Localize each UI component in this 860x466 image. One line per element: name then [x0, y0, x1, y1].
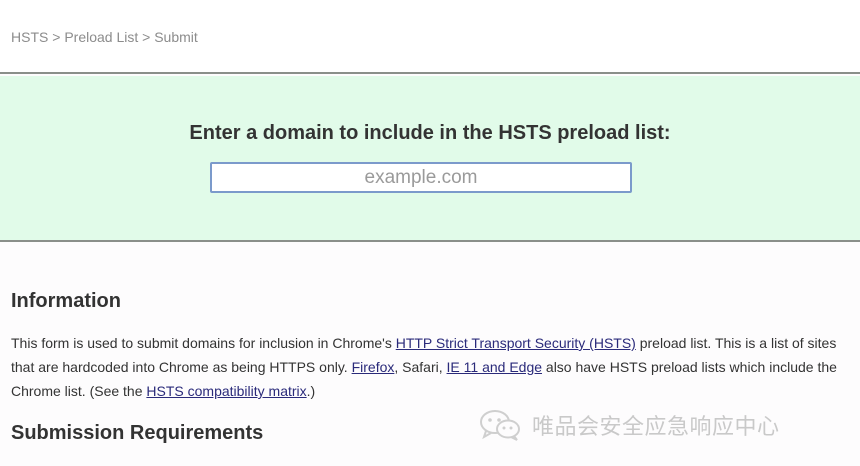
watermark-text: 唯品会安全应急响应中心 [532, 414, 780, 439]
breadcrumb: HSTS > Preload List > Submit [11, 29, 198, 45]
information-paragraph: This form is used to submit domains for … [11, 331, 846, 403]
domain-entry-panel: Enter a domain to include in the HSTS pr… [0, 76, 860, 242]
information-heading: Information [11, 290, 121, 312]
watermark: 唯品会安全应急响应中心 [478, 408, 780, 442]
info-text-segment: , Safari, [394, 359, 447, 375]
breadcrumb-separator: > [48, 29, 65, 45]
breadcrumb-item-preload-list[interactable]: Preload List [64, 29, 138, 45]
ie-edge-link[interactable]: IE 11 and Edge [447, 359, 542, 375]
submission-requirements-heading: Submission Requirements [11, 422, 264, 444]
hsts-compatibility-matrix-link[interactable]: HSTS compatibility matrix [146, 383, 306, 399]
firefox-link[interactable]: Firefox [352, 359, 395, 375]
wechat-icon [478, 408, 522, 442]
breadcrumb-item-hsts[interactable]: HSTS [11, 29, 48, 45]
domain-input[interactable] [210, 162, 632, 193]
info-text-segment: This form is used to submit domains for … [11, 335, 396, 351]
breadcrumb-item-submit: Submit [154, 29, 198, 45]
hsts-link[interactable]: HTTP Strict Transport Security (HSTS) [396, 335, 636, 351]
breadcrumb-separator: > [138, 29, 155, 45]
domain-entry-heading: Enter a domain to include in the HSTS pr… [189, 122, 671, 144]
info-text-segment: .) [306, 383, 316, 399]
